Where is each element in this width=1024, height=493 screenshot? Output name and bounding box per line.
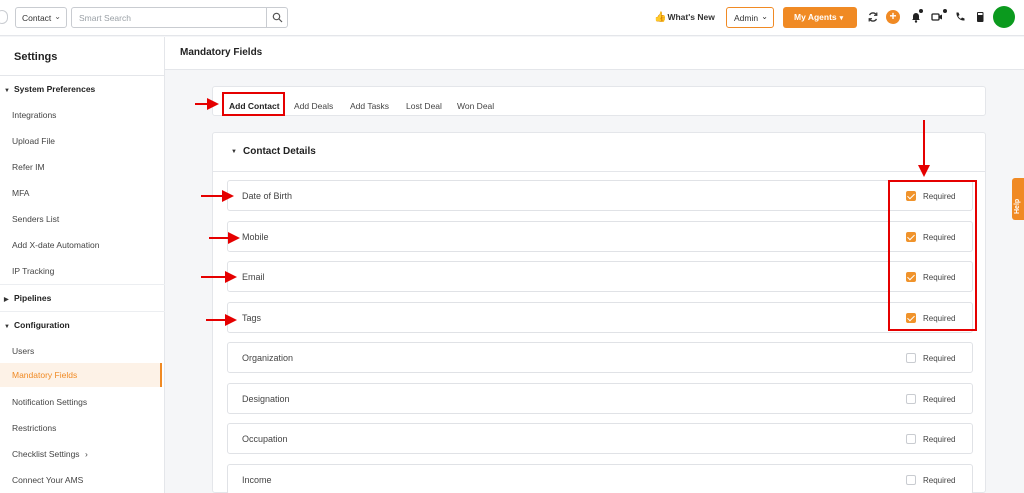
annotation-arrows <box>195 98 930 326</box>
help-tab[interactable]: Help <box>1012 178 1024 220</box>
help-label: Help <box>1014 198 1021 214</box>
